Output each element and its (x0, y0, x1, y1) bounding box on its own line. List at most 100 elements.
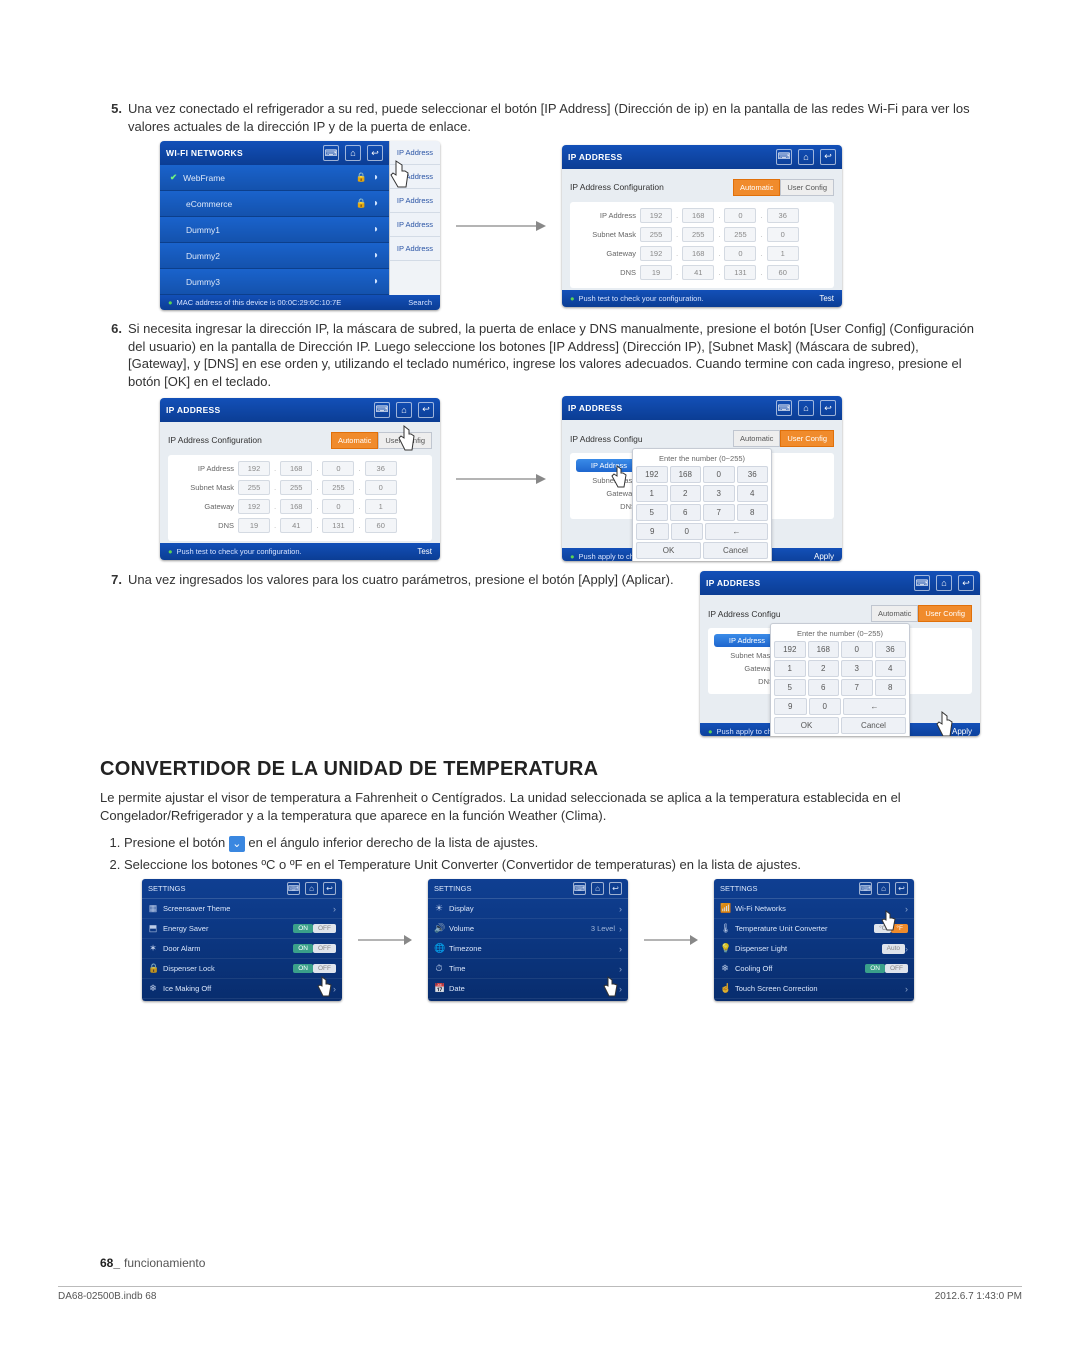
back-icon[interactable]: ↩ (609, 882, 622, 895)
key-4[interactable]: 4 (737, 485, 769, 502)
ipaddress-side-button[interactable]: IP Address (390, 213, 440, 237)
settings-item[interactable]: ☝Touch Screen Correction› (714, 979, 914, 999)
ipaddress-side-button[interactable]: IP Address (390, 237, 440, 261)
toggle-on[interactable]: ON (293, 924, 313, 933)
wifi-item[interactable]: ✔WebFrame 🔒◗ (160, 165, 389, 191)
key-1[interactable]: 1 (636, 485, 668, 502)
settings-item[interactable]: ❄Cooling OffONOFF (714, 959, 914, 979)
home-icon[interactable]: ⌂ (396, 402, 412, 418)
wifi-title: WI-FI NETWORKS (166, 148, 243, 158)
settings-item[interactable]: ⬒Energy SaverONOFF (142, 919, 342, 939)
key-9[interactable]: 9 (636, 523, 669, 540)
settings-item[interactable]: ❄Ice Making Off› (142, 979, 342, 999)
home-icon[interactable]: ⌂ (877, 882, 890, 895)
back-icon[interactable]: ↩ (820, 149, 836, 165)
keyboard-icon[interactable]: ⌨ (859, 882, 872, 895)
settings-item[interactable]: ☀Display› (428, 899, 628, 919)
home-icon[interactable]: ⌂ (591, 882, 604, 895)
toggle-on[interactable]: ON (293, 944, 313, 953)
keyboard-icon[interactable]: ⌨ (374, 402, 390, 418)
chevron-right-icon: › (905, 944, 908, 954)
keyboard-icon[interactable]: ⌨ (914, 575, 930, 591)
key-3[interactable]: 3 (703, 485, 735, 502)
settings-item[interactable]: ▦Screensaver Theme› (142, 899, 342, 919)
search-button[interactable]: Search (408, 298, 432, 307)
toggle-off[interactable]: OFF (313, 944, 336, 953)
ipaddress-side-button[interactable]: IP Address (390, 141, 440, 165)
item-icon: 🔒 (148, 963, 158, 974)
apply-button[interactable]: Apply (952, 727, 972, 736)
tab-user-config[interactable]: User Config (780, 430, 834, 447)
wifi-item[interactable]: Dummy3 ◗ (160, 269, 389, 295)
arrow-right-icon (450, 216, 552, 236)
ipaddress-side-button[interactable]: IP Address (390, 189, 440, 213)
keyboard-icon[interactable]: ⌨ (776, 400, 792, 416)
back-icon[interactable]: ↩ (418, 402, 434, 418)
settings-item[interactable]: 📅Date› (428, 979, 628, 999)
key-2[interactable]: 2 (670, 485, 702, 502)
key-0[interactable]: 0 (671, 523, 704, 540)
test-button[interactable]: Test (819, 294, 834, 303)
keyboard-icon[interactable]: ⌨ (776, 149, 792, 165)
wifi-item[interactable]: Dummy1 ◗ (160, 217, 389, 243)
wifi-item[interactable]: eCommerce 🔒◗ (160, 191, 389, 217)
key-backspace[interactable]: ← (705, 523, 768, 540)
tab-automatic[interactable]: Automatic (733, 430, 780, 447)
tab-automatic[interactable]: Automatic (733, 179, 780, 196)
step6-number: 6. (100, 320, 128, 390)
wifi-item[interactable]: Dummy2 ◗ (160, 243, 389, 269)
key-cancel[interactable]: Cancel (703, 542, 768, 559)
tab-user-config[interactable]: User Config (780, 179, 834, 196)
keyboard-icon[interactable]: ⌨ (287, 882, 300, 895)
key-6[interactable]: 6 (670, 504, 702, 521)
section-title: CONVERTIDOR DE LA UNIDAD DE TEMPERATURA (100, 758, 980, 781)
home-icon[interactable]: ⌂ (798, 400, 814, 416)
fahrenheit-button[interactable]: °F (891, 924, 908, 933)
home-icon[interactable]: ⌂ (936, 575, 952, 591)
home-icon[interactable]: ⌂ (305, 882, 318, 895)
toggle-on[interactable]: ON (293, 964, 313, 973)
toggle-off[interactable]: OFF (885, 964, 908, 973)
test-button[interactable]: Test (417, 547, 432, 556)
settings-item[interactable]: 💧Water FilterUnknown› (142, 999, 342, 1001)
key-ok[interactable]: OK (636, 542, 701, 559)
ipaddress-side-button[interactable]: IP Address (390, 165, 440, 189)
toggle-off[interactable]: OFF (313, 964, 336, 973)
keyboard-icon[interactable]: ⌨ (323, 145, 339, 161)
settings-item[interactable]: 📶Wi-Fi Networks› (714, 899, 914, 919)
chevron-right-icon: › (619, 904, 622, 914)
key-5[interactable]: 5 (636, 504, 668, 521)
back-icon[interactable]: ↩ (895, 882, 908, 895)
tab-user-config[interactable]: User Config (918, 605, 972, 622)
keyboard-icon[interactable]: ⌨ (573, 882, 586, 895)
settings-item[interactable]: 🌐Timezone› (428, 939, 628, 959)
tab-user-config[interactable]: User Config (378, 432, 432, 449)
key-7[interactable]: 7 (703, 504, 735, 521)
settings-item[interactable]: 🌡Temperature Unit Converter°C°F (714, 919, 914, 939)
page-label: 68_funcionamiento (100, 1256, 205, 1270)
tab-automatic[interactable]: Automatic (331, 432, 378, 449)
tab-automatic[interactable]: Automatic (871, 605, 918, 622)
numeric-keypad: Enter the number (0~255) 192 168 0 36 12… (770, 623, 910, 736)
back-icon[interactable]: ↩ (323, 882, 336, 895)
settings-item[interactable]: 📶Wi-FiONOFF (428, 999, 628, 1001)
apply-button[interactable]: Apply (814, 552, 834, 561)
home-icon[interactable]: ⌂ (345, 145, 361, 161)
item-icon: ⬒ (148, 923, 158, 934)
settings-item[interactable]: 💡Dispenser LightAuto› (714, 939, 914, 959)
back-icon[interactable]: ↩ (958, 575, 974, 591)
settings-item[interactable]: 🔒Dispenser LockONOFF (142, 959, 342, 979)
toggle-on[interactable]: ON (865, 964, 885, 973)
arrow-right-icon (450, 469, 552, 489)
back-icon[interactable]: ↩ (820, 400, 836, 416)
settings-item[interactable]: ✶Door AlarmONOFF (142, 939, 342, 959)
home-icon[interactable]: ⌂ (798, 149, 814, 165)
celsius-button[interactable]: °C (874, 924, 891, 933)
mac-address: MAC address of this device is 00:0C:29:6… (177, 298, 342, 307)
settings-item[interactable]: ⏱Time› (428, 959, 628, 979)
key-8[interactable]: 8 (737, 504, 769, 521)
toggle-off[interactable]: OFF (313, 924, 336, 933)
back-icon[interactable]: ↩ (367, 145, 383, 161)
settings-item[interactable]: 🔊Volume3 Level› (428, 919, 628, 939)
settings-item[interactable]: ⟳S/W Update› (714, 999, 914, 1001)
